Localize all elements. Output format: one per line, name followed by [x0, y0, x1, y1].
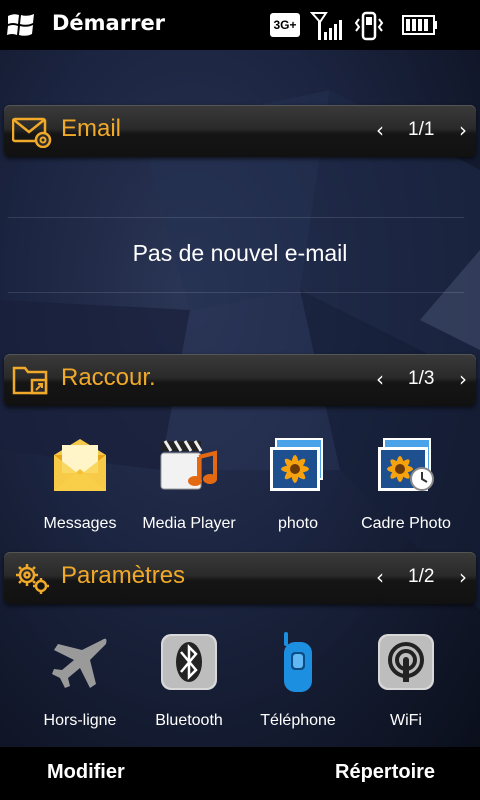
airplane-icon [52, 638, 107, 688]
shortcuts-section-header[interactable]: Raccour. ‹ 1/3 › [4, 354, 476, 406]
start-title[interactable]: Démarrer [52, 11, 165, 35]
shortcut-photo-frame[interactable]: Cadre Photo [350, 435, 462, 545]
email-status-message[interactable]: Pas de nouvel e-mail [0, 240, 480, 267]
battery-icon[interactable] [402, 14, 438, 36]
signal-strength-icon[interactable] [310, 10, 342, 42]
setting-phone[interactable]: Téléphone [242, 632, 354, 742]
softkey-left-modifier[interactable]: Modifier [47, 761, 125, 784]
setting-offline[interactable]: Hors-ligne [24, 632, 136, 742]
setting-bluetooth[interactable]: Bluetooth [133, 632, 245, 742]
shortcut-messages[interactable]: Messages [24, 435, 136, 545]
wifi-icon [378, 634, 434, 690]
settings-page-indicator: 1/2 [408, 566, 435, 587]
shortcut-photo[interactable]: photo [242, 435, 354, 545]
messages-icon [54, 439, 106, 491]
shortcuts-prev-arrow[interactable]: ‹ [376, 367, 384, 391]
settings-next-arrow[interactable]: › [459, 565, 467, 589]
photo-icon [270, 438, 323, 491]
shortcut-label: Cadre Photo [361, 515, 451, 532]
phone-icon [284, 632, 312, 692]
email-section-header[interactable]: Email ‹ 1/1 › [4, 105, 476, 157]
status-bar: Démarrer 3G+ [0, 0, 480, 50]
windows-start-icon[interactable] [6, 10, 36, 40]
email-divider-bottom [8, 292, 464, 293]
softkey-right-repertoire[interactable]: Répertoire [335, 761, 435, 784]
softkey-bar: Modifier Répertoire [0, 747, 480, 800]
shortcut-media-player[interactable]: Media Player [133, 435, 245, 545]
bluetooth-icon [161, 634, 217, 690]
email-page-indicator: 1/1 [408, 119, 435, 140]
email-divider [8, 217, 464, 218]
settings-section-title: Paramètres [61, 562, 186, 589]
shortcut-folder-icon [12, 366, 48, 395]
shortcuts-next-arrow[interactable]: › [459, 367, 467, 391]
email-prev-arrow[interactable]: ‹ [376, 118, 384, 142]
shortcuts-section-title: Raccour. [61, 364, 156, 391]
home-screen: Email ‹ 1/1 › Pas de nouvel e-mail Racco… [0, 50, 480, 747]
email-section-title: Email [61, 115, 122, 142]
email-next-arrow[interactable]: › [459, 118, 467, 142]
settings-section-header[interactable]: Paramètres ‹ 1/2 › [4, 552, 476, 604]
media-player-icon [160, 440, 217, 490]
settings-gear-icon [16, 564, 49, 594]
email-icon [12, 117, 52, 148]
photo-frame-icon [378, 438, 434, 491]
vibrate-mode-icon[interactable] [354, 10, 384, 42]
setting-wifi[interactable]: WiFi [350, 632, 462, 742]
shortcuts-page-indicator: 1/3 [408, 368, 435, 389]
network-3g-icon[interactable]: 3G+ [270, 13, 300, 37]
setting-label: WiFi [390, 712, 422, 729]
settings-prev-arrow[interactable]: ‹ [376, 565, 384, 589]
